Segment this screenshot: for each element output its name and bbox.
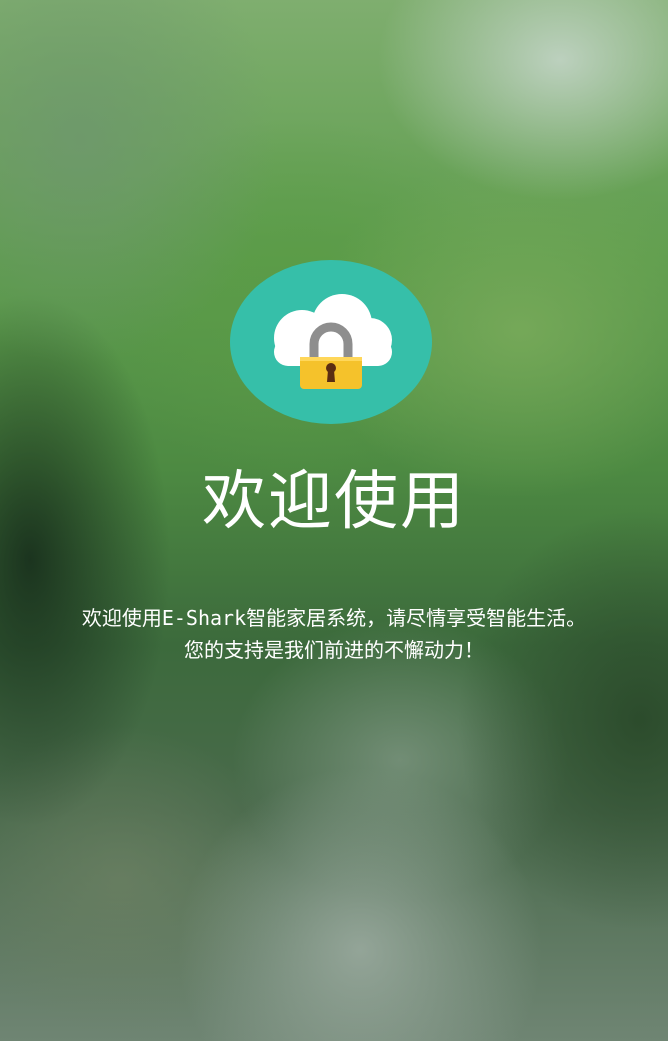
cloud-lock-icon xyxy=(230,260,432,424)
welcome-title: 欢迎使用 xyxy=(202,465,466,539)
description-line-1: 欢迎使用E-Shark智能家居系统，请尽情享受智能生活。 xyxy=(81,606,587,630)
welcome-description: 欢迎使用E-Shark智能家居系统，请尽情享受智能生活。 您的支持是我们前进的不… xyxy=(0,602,668,666)
description-line-2: 您的支持是我们前进的不懈动力！ xyxy=(184,638,484,662)
